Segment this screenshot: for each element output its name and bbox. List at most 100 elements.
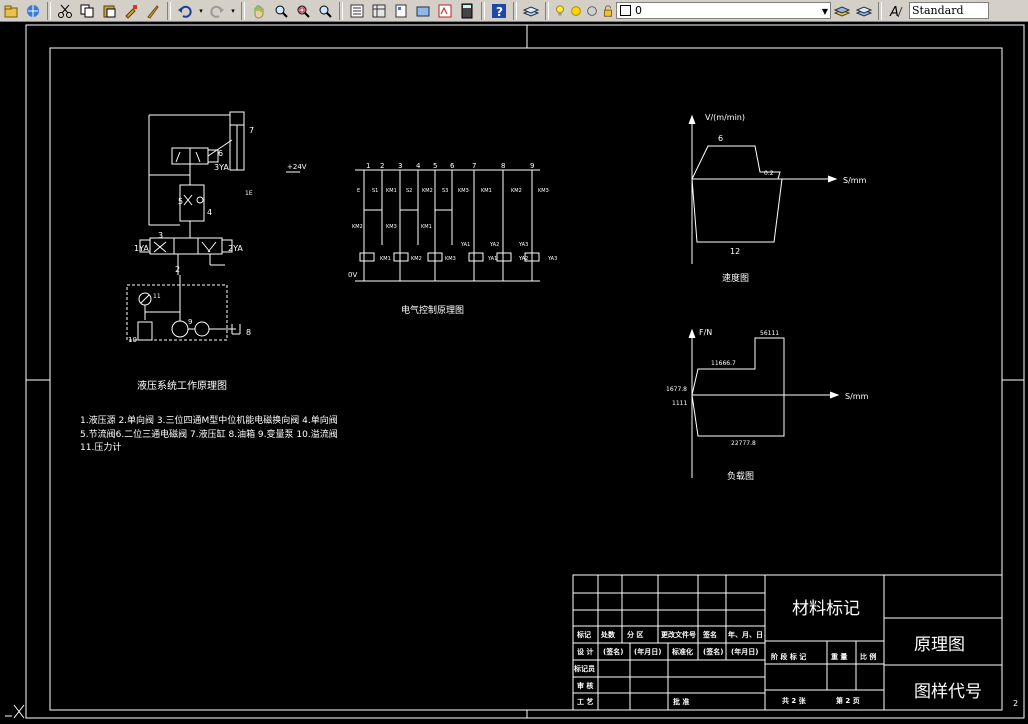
- lock-icon[interactable]: [601, 2, 615, 20]
- undo-icon[interactable]: [175, 2, 195, 20]
- ucs-icon: [5, 704, 25, 719]
- layer-value: 0: [635, 4, 642, 17]
- tb-design-cell: (签名): [603, 647, 623, 656]
- hyd-label-3: 3: [158, 231, 163, 240]
- electrical-diagram: [286, 169, 540, 282]
- ground-label: 0V: [348, 271, 357, 279]
- pan-icon[interactable]: [249, 2, 269, 20]
- load-forward-line: [691, 337, 785, 396]
- markup-icon[interactable]: [435, 2, 455, 20]
- hyd-label-8: 8: [246, 328, 251, 337]
- interlock-label: KM3: [386, 224, 397, 230]
- switch-label: S2: [406, 188, 412, 194]
- tool-palettes-icon[interactable]: [391, 2, 411, 20]
- hydraulic-title: 液压系统工作原理图: [137, 379, 227, 392]
- tb-row-1: 审 核: [577, 681, 593, 690]
- coil-label: KM3: [445, 256, 456, 262]
- redo-icon[interactable]: [207, 2, 227, 20]
- switch-label: S3: [442, 188, 448, 194]
- hydraulic-circuit: [126, 111, 245, 341]
- svg-text:?: ?: [496, 5, 503, 19]
- speed-return-line: [691, 178, 783, 243]
- lightbulb-icon[interactable]: [553, 2, 567, 20]
- layer-manager-icon[interactable]: [521, 2, 541, 20]
- tb-header: 签名: [702, 630, 717, 639]
- hyd-label-5: 5: [178, 197, 183, 206]
- hyd-label-11: 11: [153, 293, 161, 300]
- coil-km2: [393, 252, 409, 262]
- hyd-label-10: 10: [128, 336, 137, 344]
- hyd-label-9: 9: [188, 318, 192, 326]
- help-icon[interactable]: ?: [489, 2, 509, 20]
- brush-icon[interactable]: [143, 2, 163, 20]
- load-label-mid: 11666.7: [711, 360, 736, 367]
- coil-ya2: [496, 252, 512, 262]
- column-number: 1: [366, 162, 370, 170]
- switch-label: KM1: [386, 188, 397, 194]
- zoom-previous-icon[interactable]: [315, 2, 335, 20]
- match-properties-icon[interactable]: [121, 2, 141, 20]
- speed-xlabel: S/mm: [843, 176, 867, 185]
- hyd-label-1ya: 1YA: [134, 244, 149, 253]
- interlock-label: KM2: [352, 224, 363, 230]
- speed-chart-title: 速度图: [722, 272, 749, 284]
- speed-label-slow: 0.2: [764, 170, 774, 177]
- zoom-window-icon[interactable]: [293, 2, 313, 20]
- column-number: 3: [398, 162, 402, 170]
- column-number: 9: [530, 162, 534, 170]
- output-label: YA3: [518, 242, 528, 248]
- motor: [194, 321, 210, 337]
- drawing-canvas[interactable]: 7 6 3YA 5 4 1E 3 1YA 2YA 2 11 9 10 8 液压系…: [0, 22, 1028, 720]
- right-marker: 2: [1013, 699, 1018, 708]
- redo-dropdown-icon[interactable]: ▾: [229, 2, 237, 20]
- load-label-max: 56111: [760, 330, 779, 337]
- load-label-b: 1111: [672, 400, 687, 407]
- text-style-icon[interactable]: A: [886, 2, 906, 20]
- tb-header: 年、月、日: [728, 630, 763, 639]
- coil-label: KM2: [411, 256, 422, 262]
- hyd-label-2: 2: [175, 265, 180, 274]
- layer-previous-icon[interactable]: [832, 2, 852, 20]
- chevron-down-icon: ▼: [821, 7, 828, 16]
- design-center-icon[interactable]: [369, 2, 389, 20]
- hyd-label-3ya: 3YA: [214, 163, 229, 172]
- drawing-svg: 7 6 3YA 5 4 1E 3 1YA 2YA 2 11 9 10 8 液压系…: [5, 24, 1025, 719]
- tb-design-cell: (年月日): [634, 647, 661, 656]
- electrical-title: 电气控制原理图: [401, 304, 464, 316]
- load-chart-title: 负载图: [727, 470, 754, 482]
- open-icon[interactable]: [1, 2, 21, 20]
- undo-dropdown-icon[interactable]: ▾: [197, 2, 205, 20]
- tb-header: 标记: [576, 630, 591, 639]
- switch-label: KM3: [538, 188, 549, 194]
- sheet-set-icon[interactable]: [413, 2, 433, 20]
- cut-icon[interactable]: [55, 2, 75, 20]
- speed-chart: [688, 114, 838, 264]
- toolbar-separator: [878, 1, 882, 20]
- paste-icon[interactable]: [99, 2, 119, 20]
- switch-label: KM1: [481, 188, 492, 194]
- layer-dropdown[interactable]: 0 ▼: [616, 2, 831, 19]
- load-xlabel: S/mm: [845, 392, 869, 401]
- switch-label: E: [357, 188, 360, 194]
- tb-design-cell: (年月日): [731, 647, 758, 656]
- calculator-icon[interactable]: [457, 2, 477, 20]
- toolbar-separator: [47, 1, 51, 20]
- properties-icon[interactable]: [347, 2, 367, 20]
- legend-line-3: 11.压力计: [80, 441, 121, 453]
- freeze-icon[interactable]: [585, 2, 599, 20]
- publish-icon[interactable]: [23, 2, 43, 20]
- switch-label: KM2: [422, 188, 433, 194]
- tb-approve: 批 准: [673, 697, 689, 706]
- coil-label: KM1: [380, 256, 391, 262]
- hyd-label-1e: 1E: [245, 190, 253, 197]
- tb-sheets: 共 2 张: [782, 696, 807, 705]
- copy-icon[interactable]: [77, 2, 97, 20]
- layer-states-icon[interactable]: [854, 2, 874, 20]
- column-number: 8: [501, 162, 505, 170]
- zoom-realtime-icon[interactable]: [271, 2, 291, 20]
- text-style-dropdown[interactable]: Standard: [909, 2, 989, 19]
- tb-sheet-no: 第 2 页: [836, 696, 860, 705]
- sun-icon[interactable]: [569, 2, 583, 20]
- speed-label-work: 12: [730, 247, 740, 256]
- hyd-label-6: 6: [218, 149, 223, 158]
